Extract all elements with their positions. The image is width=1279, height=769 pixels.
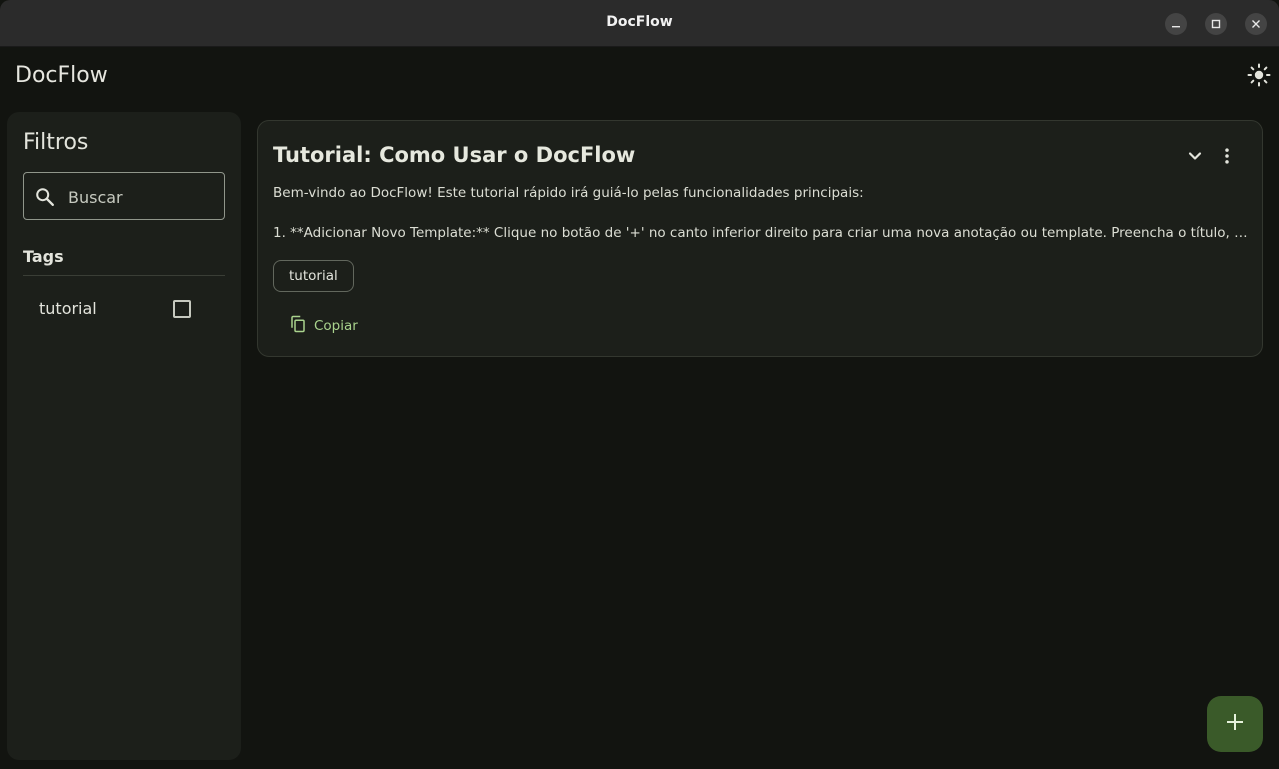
tag-chip[interactable]: tutorial [273, 260, 354, 292]
app-title: DocFlow [15, 63, 108, 88]
card-title: Tutorial: Como Usar o DocFlow [273, 143, 636, 167]
filters-sidebar: Filtros Tags tutorial [7, 112, 241, 760]
theme-toggle-button[interactable] [1246, 63, 1272, 91]
maximize-button[interactable] [1205, 13, 1227, 35]
window-title: DocFlow [606, 14, 673, 30]
tags-heading: Tags [23, 247, 64, 266]
card-description: Bem-vindo ao DocFlow! Este tutorial rápi… [273, 185, 864, 201]
search-field[interactable] [23, 172, 225, 220]
window-titlebar[interactable]: DocFlow [0, 0, 1279, 47]
minimize-button[interactable] [1165, 13, 1187, 35]
card-menu-button[interactable] [1215, 146, 1239, 170]
copy-button-label: Copiar [314, 318, 358, 334]
tag-filter-label: tutorial [39, 299, 97, 318]
tag-filter-tutorial[interactable]: tutorial [23, 290, 225, 330]
plus-icon [1225, 712, 1245, 736]
minimize-icon [1171, 19, 1181, 29]
close-icon [1251, 19, 1261, 29]
chevron-down-icon [1185, 146, 1205, 170]
tag-filter-checkbox[interactable] [173, 300, 191, 318]
app-window: DocFlow DocFlow Filtros Buscar Tags tuto… [0, 0, 1279, 769]
more-vert-icon [1217, 146, 1237, 170]
search-input[interactable] [66, 183, 220, 211]
copy-icon [289, 315, 314, 337]
card-content-line: 1. **Adicionar Novo Template:** Clique n… [273, 225, 1248, 241]
template-card[interactable]: Tutorial: Como Usar o DocFlow Bem-vindo … [257, 120, 1263, 357]
copy-button[interactable]: Copiar [279, 309, 368, 343]
maximize-icon [1211, 19, 1221, 29]
close-button[interactable] [1245, 13, 1267, 35]
sun-icon [1247, 63, 1271, 91]
tags-divider [23, 275, 225, 276]
filters-title: Filtros [23, 130, 89, 155]
expand-button[interactable] [1183, 146, 1207, 170]
search-icon [34, 186, 56, 212]
add-template-button[interactable] [1207, 696, 1263, 752]
